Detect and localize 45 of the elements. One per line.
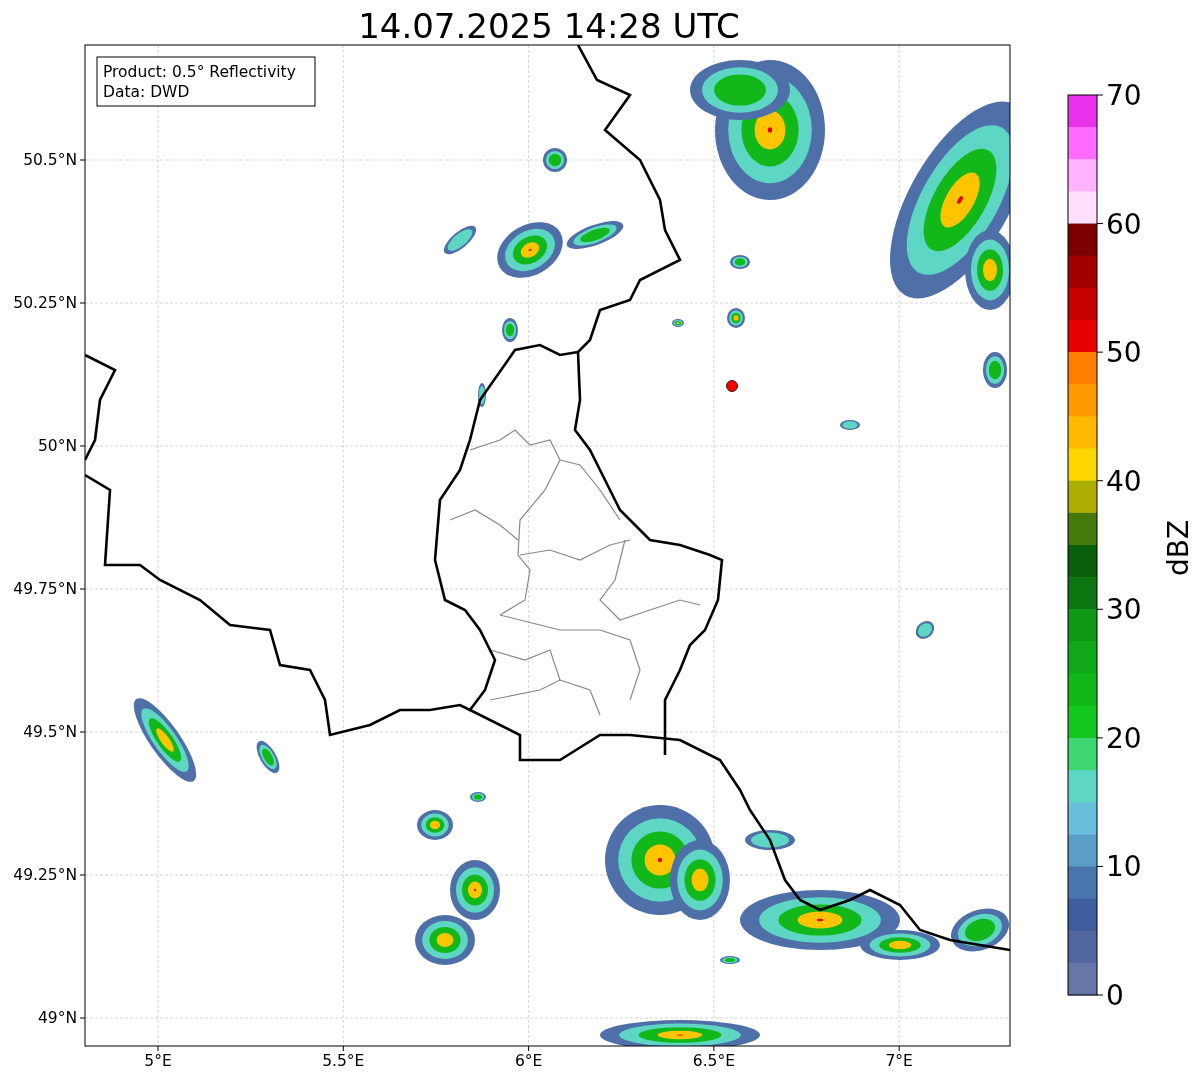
- radar-echo: [672, 319, 684, 327]
- scale-tick-label: 10: [1106, 850, 1142, 884]
- scale-tick-label: 70: [1106, 79, 1142, 112]
- radar-site-marker: [726, 380, 738, 392]
- radar-echo: [720, 956, 740, 964]
- radar-echo: [543, 148, 567, 172]
- radar-echo: [478, 383, 486, 407]
- radar-echo: [256, 740, 280, 774]
- latitude-label: 50.5°N: [23, 151, 77, 169]
- radar-echo: [983, 352, 1007, 388]
- longitude-label: 6.5°E: [692, 1052, 735, 1070]
- radar-echo: [417, 810, 453, 840]
- scale-tick-label: 20: [1106, 721, 1142, 755]
- longitude-label: 7°E: [885, 1052, 913, 1070]
- scale-tick-label: 60: [1106, 207, 1142, 241]
- radar-echo: [415, 915, 475, 965]
- radar-echo: [840, 420, 860, 430]
- radar-echo: [915, 621, 935, 639]
- radar-echo: [450, 860, 500, 920]
- latitude-label: 49.25°N: [13, 866, 77, 884]
- radar-echo: [566, 221, 624, 249]
- scale-tick-label: 40: [1106, 464, 1142, 498]
- radar-echo: [470, 792, 486, 802]
- scale-unit-label: dBZ: [1162, 519, 1195, 577]
- latitude-label: 49°N: [37, 1009, 77, 1027]
- legend-text: Data: DWD: [103, 83, 190, 101]
- radar-echo: [727, 308, 745, 328]
- longitude-label: 5.5°E: [322, 1052, 365, 1070]
- latitude-label: 49.5°N: [23, 723, 77, 741]
- latitude-label: 50.25°N: [13, 294, 77, 312]
- chart-title: 14.07.2025 14:28 UTC: [358, 6, 740, 46]
- scale-tick-label: 30: [1106, 593, 1142, 627]
- radar-echo: [443, 225, 477, 255]
- latitude-label: 50°N: [37, 437, 77, 455]
- radar-echo: [497, 222, 563, 278]
- radar-echo: [502, 318, 518, 342]
- scale-tick-label: 50: [1106, 336, 1142, 370]
- longitude-label: 5°E: [144, 1052, 172, 1070]
- radar-echo: [951, 908, 1009, 952]
- scale-tick-label: 0: [1106, 979, 1124, 1012]
- latitude-label: 49.75°N: [13, 580, 77, 598]
- legend-text: Product: 0.5° Reflectivity: [103, 63, 296, 81]
- radar-echo: [730, 255, 750, 269]
- longitude-label: 6°E: [514, 1052, 543, 1070]
- radar-echo: [745, 830, 795, 850]
